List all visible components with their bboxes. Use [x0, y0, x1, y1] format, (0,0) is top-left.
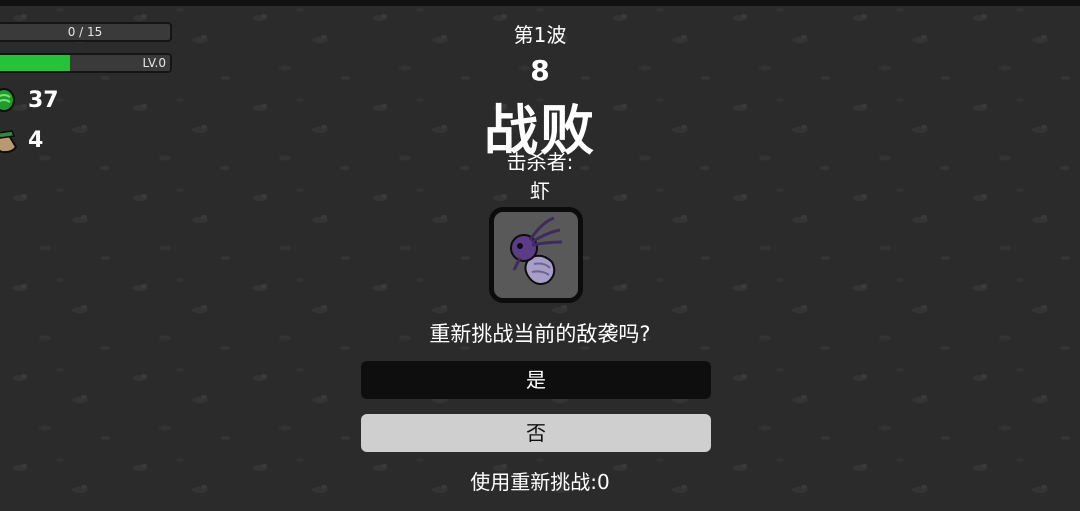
no-button[interactable]: 否: [361, 414, 711, 452]
shrimp-enemy-icon: [510, 216, 563, 285]
killer-name: 虾: [530, 179, 550, 203]
retries-used-text: 使用重新挑战:0: [470, 470, 610, 494]
killed-by-label: 击杀者:: [506, 150, 574, 174]
top-edge-bar: [0, 0, 1080, 6]
no-button-label: 否: [526, 421, 546, 445]
killer-portrait: [489, 207, 583, 303]
wave-timer: 8: [530, 54, 550, 87]
wave-label: 第1波: [513, 23, 567, 47]
yes-button[interactable]: 是: [361, 361, 711, 399]
retry-question: 重新挑战当前的敌袭吗?: [429, 322, 651, 346]
yes-button-label: 是: [526, 368, 546, 392]
